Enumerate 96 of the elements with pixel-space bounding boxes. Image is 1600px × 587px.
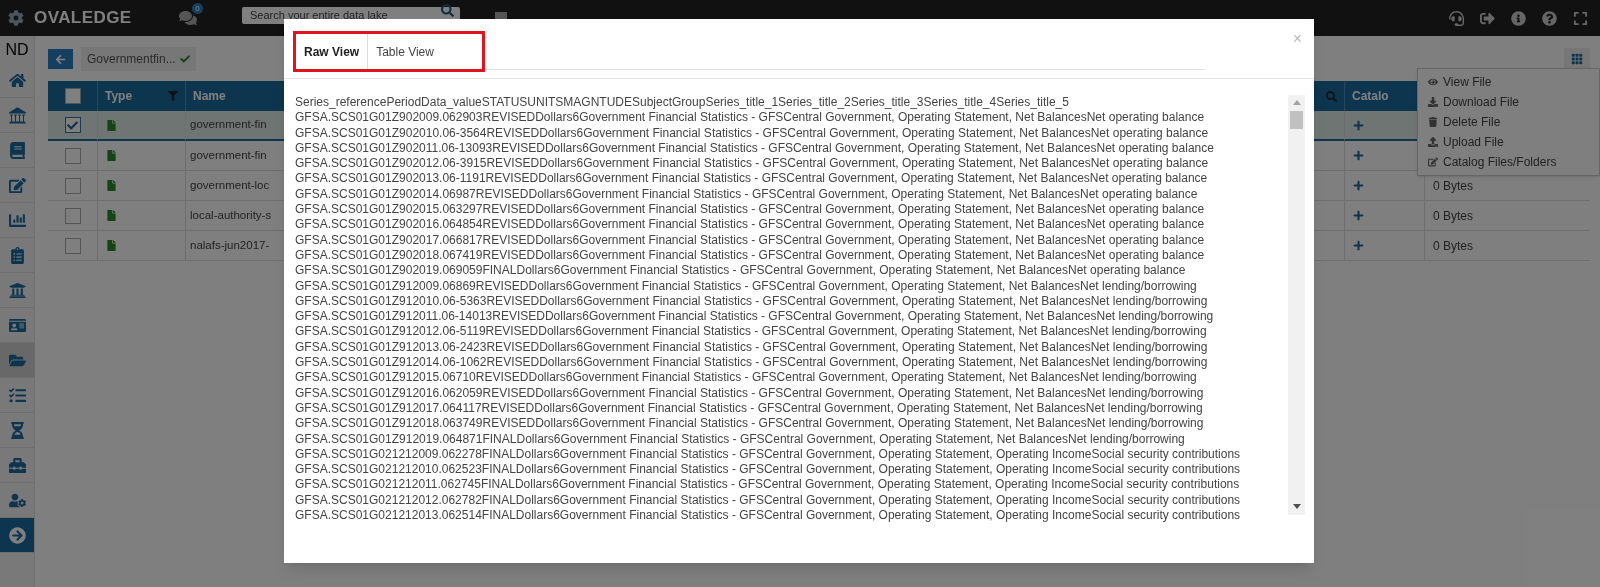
- raw-data-line: GFSA.SCS01G01Z912018.063749REVISEDDollars6Government Financial Statistics - GFSCentral Government, Operating Statement, Net BalancesNet lending/borrowing: [295, 416, 1204, 432]
- add-icon[interactable]: [1353, 180, 1364, 191]
- raw-data-line: GFSA.SCS01G021212010.062523FINALDollars6Government Financial Statistics - GFSCentral Government, Operating Statement, Operating IncomeSocial security contributions: [295, 462, 1241, 478]
- raw-data-line: Series_referencePeriodData_valueSTATUSUNITSMAGNTUDESubjectGroupSeries_title_1Series_title_2Series_title_3Series_title_4Series_title_5: [295, 95, 1069, 111]
- user-initials: ND: [4, 39, 30, 60]
- bar-chart-icon: [8, 211, 26, 229]
- menu-item-label: Upload File: [1443, 134, 1504, 151]
- raw-data-line: GFSA.SCS01G01Z902011.06-13093REVISEDDollars6Government Financial Statistics - GFSCentral Government, Operating Statement, Net BalancesNet operating balance: [295, 140, 1214, 157]
- file-icon: [106, 150, 117, 161]
- upload-icon: [1428, 137, 1438, 147]
- scroll-thumb[interactable]: [1290, 111, 1303, 129]
- chat-icon[interactable]: [179, 9, 197, 27]
- arrow-right-icon: [8, 526, 26, 544]
- raw-data-line: GFSA.SCS01G01Z912013.06-2423REVISEDDollars6Government Financial Statistics - GFSCentral Government, Operating Statement, Net BalancesNet lending/borrowing: [295, 339, 1208, 356]
- file-icon: [106, 210, 117, 221]
- building-icon: [8, 281, 26, 299]
- raw-data-line: GFSA.SCS01G01Z912011.06-14013REVISEDDollars6Government Financial Statistics - GFSCentral Government, Operating Statement, Net BalancesNet lending/borrowing: [295, 309, 1214, 325]
- raw-data-line: GFSA.SCS01G01Z902012.06-3915REVISEDDollars6Government Financial Statistics - GFSCentral Government, Operating Statement, Net BalancesNet operating balance: [295, 156, 1209, 172]
- add-icon[interactable]: [1353, 119, 1364, 131]
- raw-data-line: GFSA.SCS01G021212012.062782FINALDollars6Government Financial Statistics - GFSCentral Government, Operating Statement, Operating IncomeSocial security contributions: [295, 492, 1241, 508]
- eye-icon: [1428, 77, 1438, 87]
- toolbox-icon: [8, 456, 26, 474]
- select-all-checkbox[interactable]: [64, 88, 81, 104]
- menu-item-label: Catalog Files/Folders: [1443, 154, 1557, 171]
- logo: OVALEDGE: [34, 7, 133, 30]
- menu-item[interactable]: Delete File: [1418, 112, 1599, 132]
- row-checkbox[interactable]: [64, 117, 81, 133]
- add-icon[interactable]: [1353, 150, 1364, 161]
- row-checkbox[interactable]: [64, 207, 81, 224]
- info-icon[interactable]: [1511, 10, 1526, 26]
- menu-item[interactable]: Upload File: [1418, 132, 1599, 152]
- raw-data-line: GFSA.SCS01G01Z912014.06-1062REVISEDDollars6Government Financial Statistics - GFSCentral Government, Operating Statement, Net BalancesNet lending/borrowing: [295, 355, 1208, 371]
- sidebar-item[interactable]: [0, 343, 34, 378]
- raw-data-line: GFSA.SCS01G01Z902015.063297REVISEDDollars6Government Financial Statistics - GFSCentral Government, Operating Statement, Net BalancesNet operating balance: [295, 202, 1205, 218]
- sign-out-icon[interactable]: [1480, 10, 1495, 26]
- raw-data-line: GFSA.SCS01G01Z912012.06-5119REVISEDDollars6Government Financial Statistics - GFSCentral Government, Operating Statement, Net BalancesNet lending/borrowing: [295, 324, 1207, 340]
- sidebar-item[interactable]: [0, 518, 34, 553]
- scrollbar[interactable]: [1288, 95, 1305, 515]
- menu-item-label: Delete File: [1443, 114, 1501, 131]
- download-icon: [1428, 97, 1438, 107]
- arrow-left-icon: [55, 53, 66, 65]
- grid-button[interactable]: [1564, 48, 1590, 70]
- back-button[interactable]: [48, 49, 73, 69]
- gear-icon: [8, 10, 24, 26]
- edit-icon: [1428, 157, 1438, 167]
- scroll-down-icon[interactable]: [1292, 504, 1301, 509]
- trash-icon: [1428, 117, 1438, 127]
- help-icon[interactable]: [1542, 10, 1557, 26]
- raw-data-line: GFSA.SCS01G01Z902013.06-1191REVISEDDollars6Government Financial Statistics - GFSCentral Government, Operating Statement, Net BalancesNet operating balance: [295, 171, 1208, 187]
- expand-icon[interactable]: [1573, 10, 1588, 26]
- raw-data-line: GFSA.SCS01G01Z902009.062903REVISEDDollars6Government Financial Statistics - GFSCentral Government, Operating Statement, Net BalancesNet operating balance: [295, 110, 1205, 126]
- notification-badge: 0: [192, 3, 203, 14]
- file-icon: [106, 119, 117, 131]
- search-icon[interactable]: [441, 4, 454, 17]
- books-icon: [8, 106, 26, 124]
- raw-data-line: GFSA.SCS01G01Z912010.06-5363REVISEDDollars6Government Financial Statistics - GFSCentral Government, Operating Statement, Net BalancesNet lending/borrowing: [295, 293, 1208, 310]
- book-icon: [8, 141, 26, 159]
- raw-data-line: GFSA.SCS01G021212009.062278FINALDollars6Government Financial Statistics - GFSCentral Government, Operating Statement, Operating IncomeSocial security contributions: [295, 446, 1241, 463]
- row-checkbox[interactable]: [64, 177, 81, 194]
- table-cell: 0 Bytes: [1425, 201, 1590, 231]
- home-icon: [8, 71, 26, 89]
- column-header[interactable]: Type: [98, 81, 186, 111]
- table-cell: 0 Bytes: [1425, 231, 1590, 261]
- menu-item-label: View File: [1443, 74, 1492, 91]
- user-gear-icon: [8, 491, 26, 509]
- scroll-up-icon[interactable]: [1292, 100, 1301, 105]
- breadcrumb-label: Governmentfin...: [87, 51, 176, 68]
- breadcrumb[interactable]: Governmentfin...: [81, 47, 196, 71]
- raw-data-line: GFSA.SCS01G01Z902010.06-3564REVISEDDollars6Government Financial Statistics - GFSCentral Government, Operating Statement, Net BalancesNet operating balance: [295, 125, 1209, 141]
- headset-icon[interactable]: [1449, 10, 1464, 26]
- raw-data-line: GFSA.SCS01G01Z902019.069059FINALDollars6Government Financial Statistics - GFSCentral Government, Operating Statement, Net BalancesNet operating balance: [295, 263, 1186, 279]
- add-icon[interactable]: [1353, 210, 1364, 221]
- row-checkbox[interactable]: [64, 147, 81, 164]
- raw-data-line: GFSA.SCS01G01Z902017.066817REVISEDDollars6Government Financial Statistics - GFSCentral Government, Operating Statement, Net BalancesNet operating balance: [295, 232, 1205, 248]
- menu-item[interactable]: Catalog Files/Folders: [1418, 152, 1599, 172]
- raw-data-line: GFSA.SCS01G01Z902018.067419REVISEDDollars6Government Financial Statistics - GFSCentral Government, Operating Statement, Net BalancesNet operating balance: [295, 247, 1205, 264]
- raw-data-line: GFSA.SCS01G021212011.062745FINALDollars6Government Financial Statistics - GFSCentral Government, Operating Statement, Operating IncomeSocial security contributions: [295, 477, 1240, 493]
- file-icon: [106, 180, 117, 191]
- raw-data-line: GFSA.SCS01G01Z912019.064871FINALDollars6Government Financial Statistics - GFSCentral Government, Operating Statement, Net BalancesNet lending/borrowing: [295, 431, 1185, 447]
- raw-data-line: GFSA.SCS01G01Z912009.06869REVISEDDollars6Government Financial Statistics - GFSCentral Government, Operating Statement, Net BalancesNet lending/borrowing: [295, 278, 1197, 294]
- raw-data-line: GFSA.SCS01G01Z902014.06987REVISEDDollars6Government Financial Statistics - GFSCentral Government, Operating Statement, Net BalancesNet operating balance: [295, 186, 1198, 203]
- raw-data-line: GFSA.SCS01G01Z912017.064117REVISEDDollars6Government Financial Statistics - GFSCentral Government, Operating Statement, Net BalancesNet lending/borrowing: [295, 400, 1203, 417]
- raw-data-line: GFSA.SCS01G021212013.062514FINALDollars6Government Financial Statistics - GFSCentral Government, Operating Statement, Operating IncomeSocial security contributions: [295, 508, 1241, 524]
- file-icon: [106, 240, 117, 251]
- hourglass-icon: [8, 421, 26, 439]
- raw-data-line: GFSA.SCS01G01Z912015.06710REVISEDDollars6Government Financial Statistics - GFSCentral Government, Operating Statement, Net BalancesNet lending/borrowing: [295, 370, 1197, 386]
- add-icon[interactable]: [1353, 240, 1364, 251]
- row-checkbox[interactable]: [64, 237, 81, 254]
- raw-data-line: GFSA.SCS01G01Z902016.064854REVISEDDollars6Government Financial Statistics - GFSCentral Government, Operating Statement, Net BalancesNet operating balance: [295, 217, 1205, 233]
- edit-icon: [8, 176, 26, 194]
- list-icon: [8, 386, 26, 404]
- clipboard-icon: [8, 246, 26, 264]
- menu-item-label: Download File: [1443, 94, 1520, 111]
- raw-data-line: GFSA.SCS01G01Z912016.062059REVISEDDollars6Government Financial Statistics - GFSCentral Government, Operating Statement, Net BalancesNet lending/borrowing: [295, 385, 1204, 401]
- id-card-icon: [8, 316, 26, 334]
- grid-icon: [1571, 53, 1583, 65]
